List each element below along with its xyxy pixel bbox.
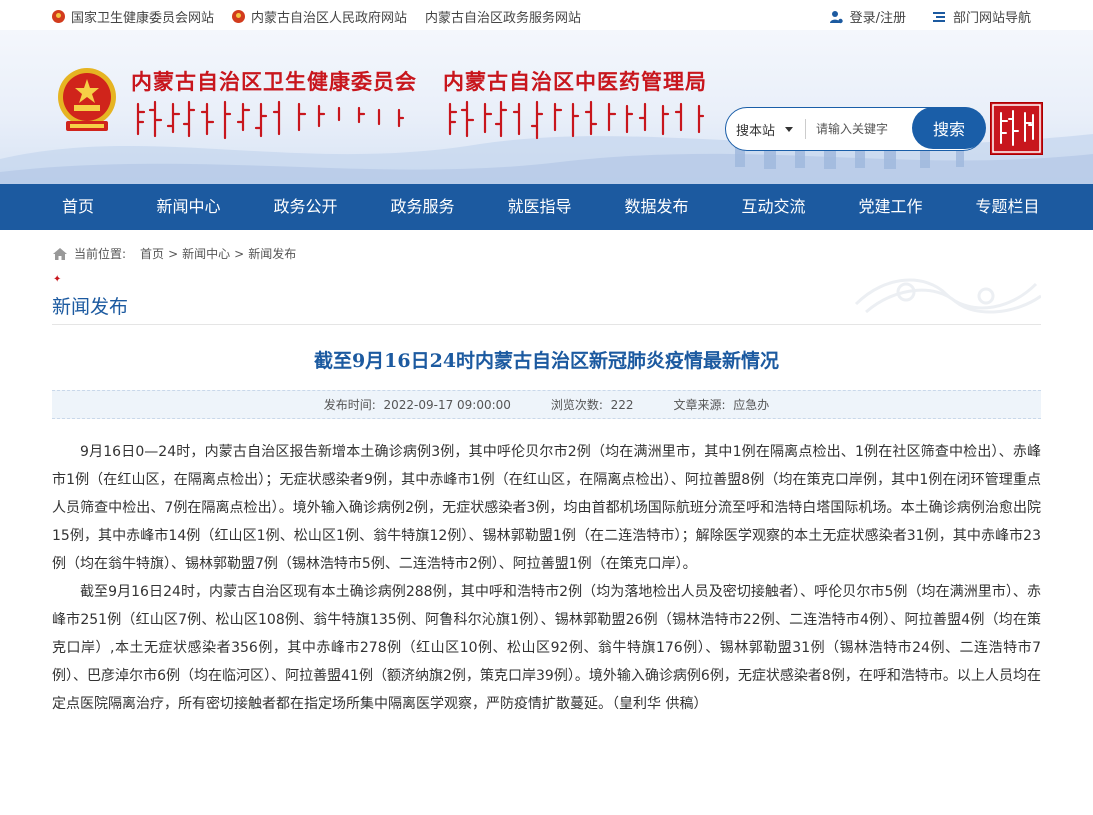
section-marker-icon: ✦: [53, 274, 62, 285]
link-gov[interactable]: 内蒙古自治区人民政府网站: [232, 7, 407, 26]
national-emblem-logo: [58, 68, 116, 131]
external-links: 国家卫生健康委员会网站 内蒙古自治区人民政府网站 内蒙古自治区政务服务网站: [52, 7, 581, 26]
search-scope-label: 搜本站: [736, 123, 776, 139]
breadcrumb-home[interactable]: 首页: [140, 245, 164, 262]
article-meta: 发布时间: 2022-09-17 09:00:00 浏览次数: 222 文章来源…: [52, 390, 1041, 419]
seal-logo: [990, 102, 1043, 155]
link-gov-label: 内蒙古自治区人民政府网站: [251, 11, 408, 26]
views-label: 浏览次数:: [550, 398, 603, 412]
search-button[interactable]: 搜索: [912, 107, 986, 149]
login-link[interactable]: 登录/注册: [829, 7, 906, 26]
article-title: 截至9月16日24时内蒙古自治区新冠肺炎疫情最新情况: [313, 350, 780, 372]
nav-guide-link[interactable]: 部门网站导航: [932, 7, 1031, 26]
site-banner: 内蒙古自治区卫生健康委员会 内蒙古自治区中医药管理局 搜本站 请输入关键字 搜索: [0, 30, 1093, 184]
nav-home[interactable]: 首页: [45, 184, 130, 230]
main-nav: 首页 新闻中心 政务公开 政务服务 就医指导 数据发布 互动交流 党建工作 专题…: [0, 184, 1093, 230]
source-value: 应急办: [733, 398, 770, 412]
emblem-icon: [52, 10, 65, 23]
section-header: ✦ 新闻发布: [0, 274, 1093, 342]
decorative-pattern: [854, 278, 1041, 314]
publish-info: 发布时间: 2022-09-17 09:00:00: [324, 396, 511, 413]
nav-guide-label: 部门网站导航: [952, 11, 1031, 26]
breadcrumb-separator: >: [168, 246, 179, 261]
site-title-health-commission: 内蒙古自治区卫生健康委员会: [131, 70, 417, 94]
mongolian-script-title-1: [136, 100, 405, 140]
link-nhc-label: 国家卫生健康委员会网站: [71, 11, 215, 26]
article-paragraph: 9月16日0—24时，内蒙古自治区报告新增本土确诊病例3例，其中呼伦贝尔市2例（…: [52, 444, 1041, 572]
nav-news[interactable]: 新闻中心: [130, 184, 247, 230]
top-right-links: 登录/注册 部门网站导航: [829, 7, 1031, 26]
login-label: 登录/注册: [849, 11, 906, 26]
section-divider: [52, 324, 1041, 325]
nav-party-work[interactable]: 党建工作: [832, 184, 949, 230]
search-divider: [805, 119, 807, 139]
user-icon: [829, 10, 843, 23]
menu-icon: [932, 11, 945, 22]
search-scope-select[interactable]: 搜本站: [736, 120, 794, 139]
publish-label: 发布时间:: [323, 398, 376, 412]
breadcrumb-news-release[interactable]: 新闻发布: [248, 245, 296, 262]
article-body: 9月16日0—24时，内蒙古自治区报告新增本土确诊病例3例，其中呼伦贝尔市2例（…: [52, 438, 1041, 718]
source-label: 文章来源:: [673, 398, 726, 412]
home-icon: [53, 247, 67, 260]
chevron-down-icon: [785, 126, 794, 132]
nav-gov-affairs[interactable]: 政务公开: [247, 184, 364, 230]
site-title-tcm-bureau: 内蒙古自治区中医药管理局: [443, 70, 707, 94]
publish-time: 2022-09-17 09:00:00: [383, 398, 511, 412]
views-count: 222: [610, 398, 634, 412]
breadcrumb-prefix: 当前位置:: [74, 247, 127, 261]
top-utility-bar: 国家卫生健康委员会网站 内蒙古自治区人民政府网站 内蒙古自治区政务服务网站 登录…: [0, 0, 1093, 30]
nav-special-topics[interactable]: 专题栏目: [949, 184, 1066, 230]
section-title: 新闻发布: [52, 296, 129, 318]
breadcrumb: 当前位置: 首页 > 新闻中心 > 新闻发布: [0, 230, 1093, 274]
nav-medical-guide[interactable]: 就医指导: [481, 184, 598, 230]
mongolian-script-title-2: [448, 100, 705, 140]
link-nhc[interactable]: 国家卫生健康委员会网站: [52, 7, 214, 26]
search-input[interactable]: [814, 121, 915, 137]
views-info: 浏览次数: 222: [551, 396, 634, 413]
article-paragraph: 截至9月16日24时，内蒙古自治区现有本土确诊病例288例，其中呼和浩特市2例（…: [52, 584, 1041, 712]
source-info: 文章来源: 应急办: [674, 396, 770, 413]
nav-data-release[interactable]: 数据发布: [598, 184, 715, 230]
breadcrumb-news[interactable]: 新闻中心: [182, 245, 230, 262]
link-service-label: 内蒙古自治区政务服务网站: [425, 11, 582, 26]
breadcrumb-separator: >: [234, 246, 245, 261]
search-box: 搜本站 搜索: [725, 107, 986, 151]
nav-interaction[interactable]: 互动交流: [715, 184, 832, 230]
emblem-icon: [232, 10, 246, 23]
link-service[interactable]: 内蒙古自治区政务服务网站: [425, 7, 581, 26]
nav-gov-services[interactable]: 政务服务: [364, 184, 481, 230]
